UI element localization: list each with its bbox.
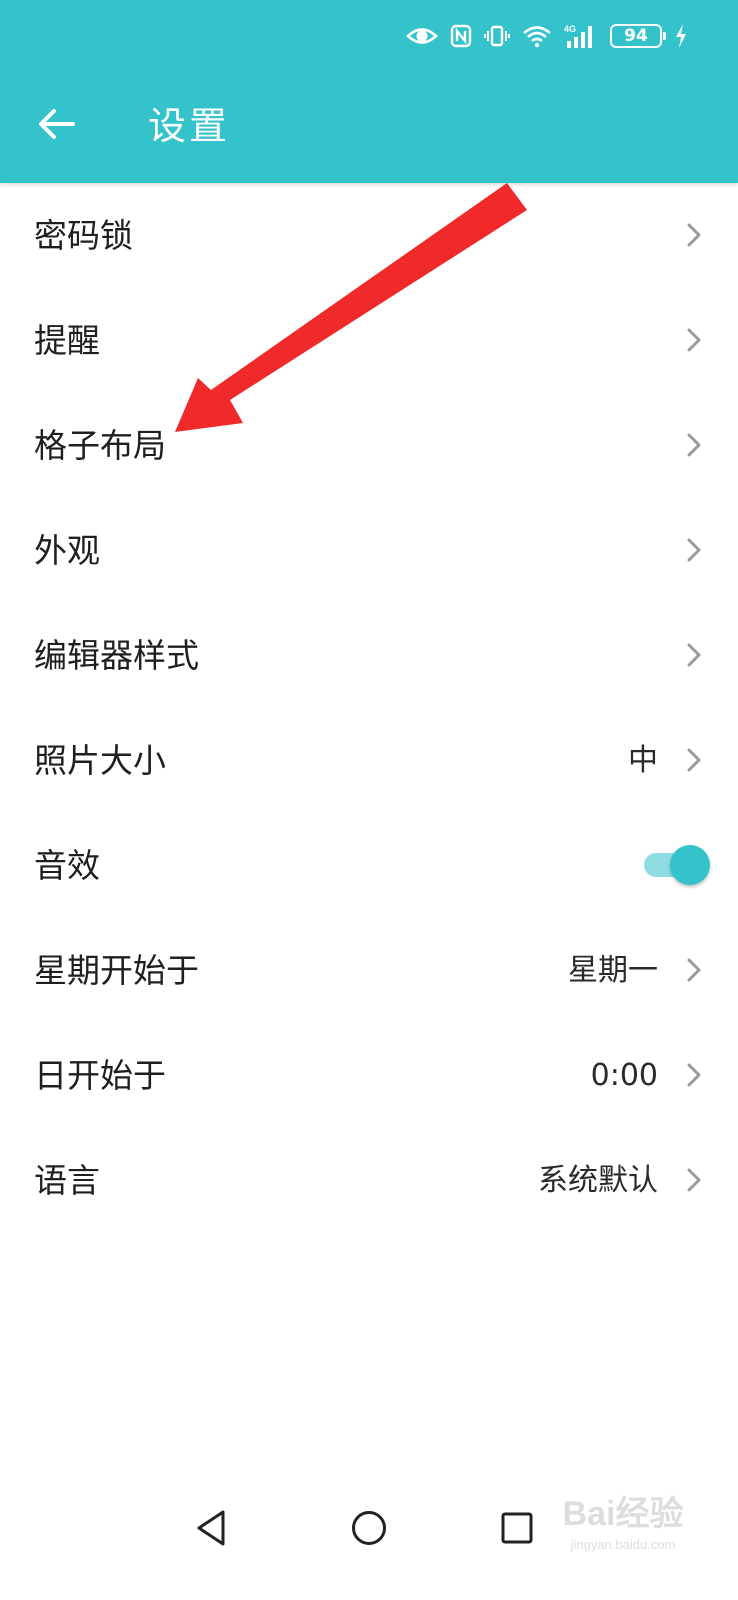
settings-item-value: 中 bbox=[628, 743, 658, 778]
status-bar: 4G 94 bbox=[406, 18, 688, 54]
chevron-right-icon bbox=[680, 641, 708, 669]
eye-icon bbox=[406, 25, 438, 47]
settings-item-editor-style[interactable]: 编辑器样式 bbox=[0, 603, 738, 708]
nav-home-button[interactable] bbox=[341, 1502, 397, 1558]
settings-item-label: 星期开始于 bbox=[34, 951, 199, 990]
toggle-knob bbox=[670, 845, 710, 885]
settings-item-sound-effects: 音效 bbox=[0, 813, 738, 918]
charging-icon bbox=[674, 23, 688, 49]
settings-item-reminder[interactable]: 提醒 bbox=[0, 288, 738, 393]
nfc-icon bbox=[450, 24, 472, 48]
settings-item-label: 编辑器样式 bbox=[34, 636, 199, 675]
settings-item-label: 日开始于 bbox=[34, 1056, 166, 1095]
chevron-right-icon bbox=[680, 536, 708, 564]
settings-item-appearance[interactable]: 外观 bbox=[0, 498, 738, 603]
settings-item-password-lock[interactable]: 密码锁 bbox=[0, 183, 738, 288]
svg-text:4G: 4G bbox=[564, 24, 576, 34]
wifi-icon bbox=[522, 24, 552, 48]
signal-4g-icon: 4G bbox=[564, 23, 598, 49]
home-circle-icon bbox=[350, 1509, 388, 1551]
settings-item-label: 提醒 bbox=[34, 321, 100, 360]
settings-item-value: 星期一 bbox=[568, 953, 658, 988]
settings-item-week-start[interactable]: 星期开始于 星期一 bbox=[0, 918, 738, 1023]
settings-item-label: 密码锁 bbox=[34, 216, 133, 255]
settings-item-label: 照片大小 bbox=[34, 741, 166, 780]
app-bar: 4G 94 设置 bbox=[0, 0, 738, 183]
chevron-right-icon bbox=[680, 746, 708, 774]
sound-effects-toggle[interactable] bbox=[644, 845, 710, 885]
chevron-right-icon bbox=[680, 221, 708, 249]
vibrate-icon bbox=[484, 24, 510, 48]
nav-recents-button[interactable] bbox=[489, 1502, 545, 1558]
settings-item-value: 系统默认 bbox=[538, 1163, 658, 1198]
chevron-right-icon bbox=[680, 431, 708, 459]
settings-item-day-start[interactable]: 日开始于 0:00 bbox=[0, 1023, 738, 1128]
chevron-right-icon bbox=[680, 956, 708, 984]
back-triangle-icon bbox=[194, 1509, 228, 1551]
watermark-logo: Bai经验 bbox=[562, 1495, 684, 1533]
settings-item-label: 格子布局 bbox=[34, 426, 166, 465]
recents-square-icon bbox=[500, 1511, 534, 1549]
baidu-jingyan-watermark: Bai经验 jingyan.baidu.com bbox=[548, 1492, 698, 1564]
battery-icon: 94 bbox=[610, 24, 666, 48]
battery-level: 94 bbox=[624, 26, 648, 46]
back-button[interactable] bbox=[30, 100, 82, 152]
arrow-left-icon bbox=[37, 108, 75, 144]
chevron-right-icon bbox=[680, 1166, 708, 1194]
settings-item-label: 外观 bbox=[34, 531, 100, 570]
settings-item-label: 音效 bbox=[34, 846, 100, 885]
page-title: 设置 bbox=[148, 104, 231, 148]
settings-item-value: 0:00 bbox=[590, 1058, 658, 1093]
chevron-right-icon bbox=[680, 326, 708, 354]
watermark-url: jingyan.baidu.com bbox=[570, 1537, 676, 1552]
settings-item-photo-size[interactable]: 照片大小 中 bbox=[0, 708, 738, 813]
settings-item-label: 语言 bbox=[34, 1161, 100, 1200]
settings-list: 密码锁 提醒 格子布局 外观 编辑器样式 照片大小 中 音效 星期开始于 星期一… bbox=[0, 183, 738, 1233]
settings-item-language[interactable]: 语言 系统默认 bbox=[0, 1128, 738, 1233]
nav-back-button[interactable] bbox=[183, 1502, 239, 1558]
chevron-right-icon bbox=[680, 1061, 708, 1089]
settings-item-grid-layout[interactable]: 格子布局 bbox=[0, 393, 738, 498]
